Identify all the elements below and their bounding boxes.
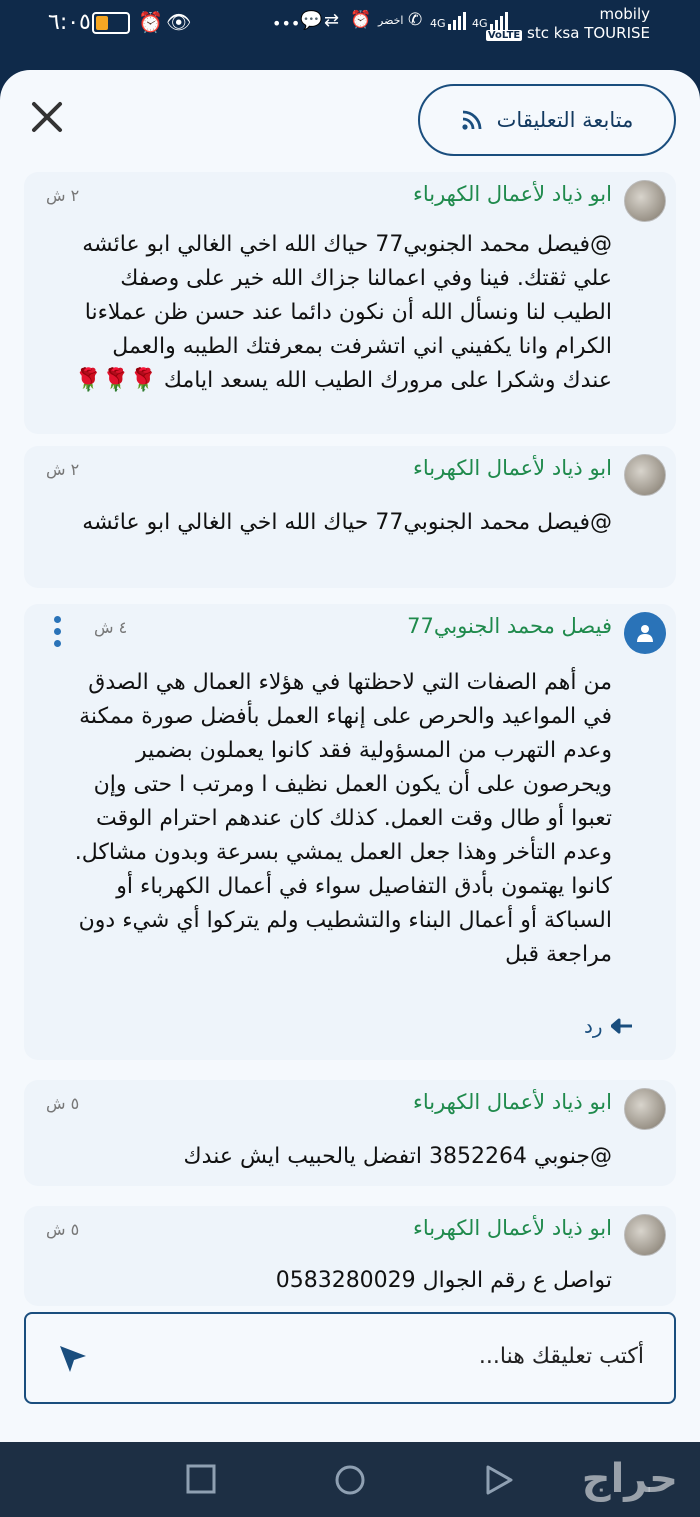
comment-author[interactable]: ابو ذياد لأعمال الكهرباء <box>413 182 612 206</box>
operator-tag: اخضر <box>378 14 404 27</box>
avatar[interactable] <box>624 1214 666 1256</box>
comment-text: @جنوبي 3852264 اتفضل يالحبيب ايش عندك <box>183 1144 612 1169</box>
battery-icon <box>92 12 130 34</box>
avatar[interactable] <box>624 454 666 496</box>
recents-button[interactable] <box>186 1464 216 1498</box>
signal-icon: 4G <box>430 12 466 30</box>
carrier-name: mobily <box>599 5 650 23</box>
alarm-icon: ⏰ <box>138 10 163 34</box>
avatar[interactable] <box>624 612 666 654</box>
comment-time: ٢ ش <box>46 186 80 205</box>
comment-input-placeholder: أكتب تعليقك هنا... <box>478 1344 644 1369</box>
follow-comments-button[interactable]: متابعة التعليقات <box>418 84 676 156</box>
square-icon <box>186 1464 216 1494</box>
user-icon <box>637 625 653 642</box>
more-dots-icon: ••• <box>272 14 301 33</box>
reply-label: رد <box>584 1014 603 1038</box>
comment-item: فيصل محمد الجنوبي77 ٤ ش من أهم الصفات ال… <box>24 604 676 1060</box>
avatar[interactable] <box>624 1088 666 1130</box>
comment-author[interactable]: ابو ذياد لأعمال الكهرباء <box>413 456 612 480</box>
carrier-name-2: VoLTE stc ksa TOURISE <box>485 24 650 42</box>
close-icon <box>32 102 62 132</box>
volte-badge: VoLTE <box>485 30 523 41</box>
avatar[interactable] <box>624 180 666 222</box>
eye-icon: 👁 <box>166 10 192 34</box>
comment-author[interactable]: ابو ذياد لأعمال الكهرباء <box>413 1216 612 1240</box>
circle-icon <box>335 1465 365 1495</box>
system-nav-bar: حراج <box>0 1442 700 1517</box>
status-bar: ٦:٠٥ ⏰ 👁 ••• 💬 ⇄ ⏰ اخضر ✆ 4G 4G mobily V… <box>0 0 700 70</box>
reply-button[interactable]: رد <box>584 1014 633 1038</box>
comment-input[interactable]: أكتب تعليقك هنا... <box>24 1312 676 1404</box>
comment-author[interactable]: فيصل محمد الجنوبي77 <box>407 614 612 638</box>
triangle-icon <box>486 1465 513 1495</box>
comment-text: من أهم الصفات التي لاحظتها في هؤلاء العم… <box>74 670 612 967</box>
follow-label: متابعة التعليقات <box>496 108 634 132</box>
comment-time: ٥ ش <box>46 1220 80 1239</box>
comment-item: ابو ذياد لأعمال الكهرباء ٢ ش @فيصل محمد … <box>24 446 676 588</box>
comment-time: ٤ ش <box>94 618 128 637</box>
network-type-label: 4G <box>430 17 446 30</box>
close-button[interactable] <box>22 92 72 142</box>
reply-icon <box>610 1018 632 1034</box>
send-icon[interactable] <box>56 1342 90 1376</box>
comment-text: @فيصل محمد الجنوبي77 حياك الله اخي الغال… <box>82 510 612 535</box>
haraj-watermark: حراج <box>581 1456 678 1502</box>
whatsapp-icon: ✆ <box>408 10 423 30</box>
back-button[interactable] <box>484 1464 514 1500</box>
comment-item: ابو ذياد لأعمال الكهرباء ٥ ش @جنوبي 3852… <box>24 1080 676 1186</box>
comment-time: ٥ ش <box>46 1094 80 1113</box>
chat-icon: 💬 <box>300 10 323 31</box>
comment-text: تواصل ع رقم الجوال 0583280029 <box>275 1268 612 1293</box>
rss-icon <box>462 110 482 130</box>
clock: ٦:٠٥ <box>48 10 91 35</box>
more-options-icon[interactable] <box>52 616 62 650</box>
app-icon: ⇄ <box>324 10 340 31</box>
comment-author[interactable]: ابو ذياد لأعمال الكهرباء <box>413 1090 612 1114</box>
comments-sheet: متابعة التعليقات ابو ذياد لأعمال الكهربا… <box>0 70 700 1442</box>
home-button[interactable] <box>334 1464 366 1500</box>
comment-item: ابو ذياد لأعمال الكهرباء ٢ ش @فيصل محمد … <box>24 172 676 434</box>
comment-item: ابو ذياد لأعمال الكهرباء ٥ ش تواصل ع رقم… <box>24 1206 676 1306</box>
alarm-small-icon: ⏰ <box>350 10 372 30</box>
carrier-line2: stc ksa TOURISE <box>527 24 650 42</box>
comment-text: @فيصل محمد الجنوبي77 حياك الله اخي الغال… <box>74 232 612 393</box>
comment-time: ٢ ش <box>46 460 80 479</box>
